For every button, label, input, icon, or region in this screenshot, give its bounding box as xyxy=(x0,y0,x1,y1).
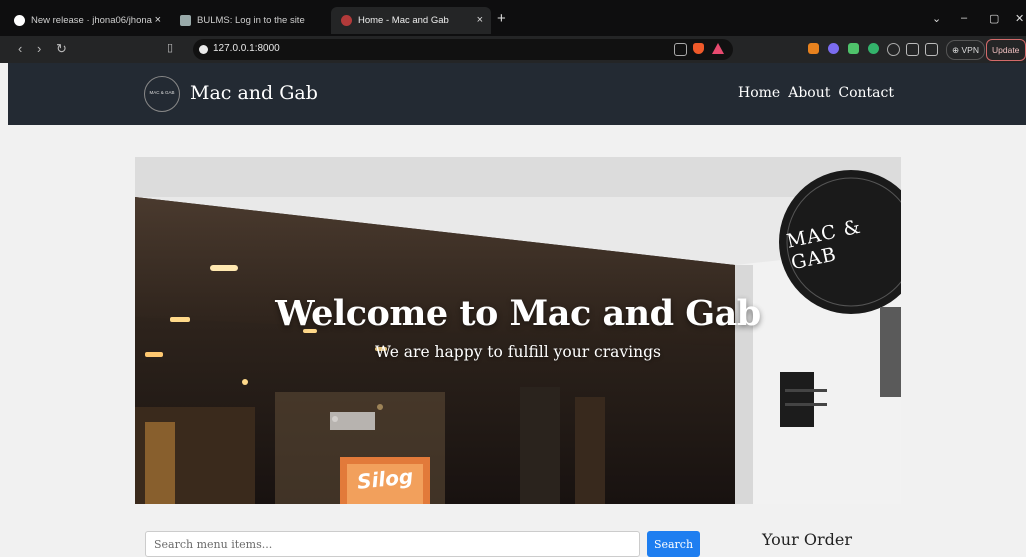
logo-icon[interactable]: MAC & GAB xyxy=(144,76,180,112)
minimize-icon[interactable]: – xyxy=(961,12,967,24)
search-input[interactable] xyxy=(145,531,640,557)
brave-shields-icon[interactable] xyxy=(693,43,704,54)
update-label: Update xyxy=(992,45,1020,55)
tab-label: BULMS: Log in to the site xyxy=(197,15,305,26)
bookmark-icon[interactable]: ▯ xyxy=(167,41,173,54)
site-info-icon[interactable] xyxy=(199,45,208,54)
forward-icon[interactable]: › xyxy=(37,41,41,56)
github-icon xyxy=(14,15,25,26)
hero-subtitle: We are happy to fulfill your cravings xyxy=(375,343,661,361)
nav-home[interactable]: Home xyxy=(738,85,780,101)
main-nav: Home About Contact xyxy=(738,85,894,101)
tab-home[interactable]: Home - Mac and Gab × xyxy=(331,7,491,34)
maximize-icon[interactable]: ▢ xyxy=(989,12,999,25)
nav-about[interactable]: About xyxy=(788,85,830,101)
address-bar-row: ‹ › ↻ ▯ 127.0.0.1:8000 ⊕ VPN Update ☰ xyxy=(0,36,1026,75)
share-icon[interactable] xyxy=(674,43,687,56)
hero-banner: MAC & GAB Silog Welcome to Mac and Gab W… xyxy=(135,157,901,504)
your-order-heading: Your Order xyxy=(762,530,852,549)
logo-text: MAC & GAB xyxy=(149,90,175,95)
vpn-label: VPN xyxy=(961,45,979,55)
grammarly-icon[interactable] xyxy=(868,43,879,54)
site-favicon-icon xyxy=(341,15,352,26)
search-button[interactable]: Search xyxy=(647,531,700,557)
tab-label: Home - Mac and Gab xyxy=(358,15,449,26)
reload-icon[interactable]: ↻ xyxy=(56,41,67,57)
url-field[interactable]: 127.0.0.1:8000 xyxy=(193,39,733,60)
metamask-icon[interactable] xyxy=(808,43,819,54)
new-tab-button[interactable]: + xyxy=(497,10,506,27)
extension-icon[interactable] xyxy=(828,43,839,54)
extension-icon[interactable] xyxy=(848,43,859,54)
url-text: 127.0.0.1:8000 xyxy=(213,43,280,54)
vpn-button[interactable]: ⊕ VPN xyxy=(946,40,985,60)
moodle-icon xyxy=(180,15,191,26)
brave-rewards-icon[interactable] xyxy=(712,43,724,54)
extensions-puzzle-icon[interactable] xyxy=(887,43,900,56)
hero-title: Welcome to Mac and Gab xyxy=(275,293,761,334)
brand-name[interactable]: Mac and Gab xyxy=(190,82,318,104)
site-header: MAC & GAB Mac and Gab Home About Contact xyxy=(8,63,1026,125)
tab-github[interactable]: New release · jhona06/jhona × xyxy=(4,7,169,34)
browser-tab-bar: New release · jhona06/jhona × BULMS: Log… xyxy=(0,0,1026,36)
tab-bulms[interactable]: BULMS: Log in to the site xyxy=(170,7,330,34)
update-button[interactable]: Update ☰ xyxy=(986,39,1026,75)
nav-contact[interactable]: Contact xyxy=(838,85,894,101)
close-icon[interactable]: × xyxy=(477,14,483,26)
wallet-icon[interactable] xyxy=(925,43,938,56)
window-close-icon[interactable]: ✕ xyxy=(1015,12,1024,25)
close-icon[interactable]: × xyxy=(155,14,161,26)
sidebar-icon[interactable] xyxy=(906,43,919,56)
tab-label: New release · jhona06/jhona xyxy=(31,15,152,26)
tab-search-icon[interactable]: ⌄ xyxy=(932,12,941,25)
back-icon[interactable]: ‹ xyxy=(18,41,22,56)
